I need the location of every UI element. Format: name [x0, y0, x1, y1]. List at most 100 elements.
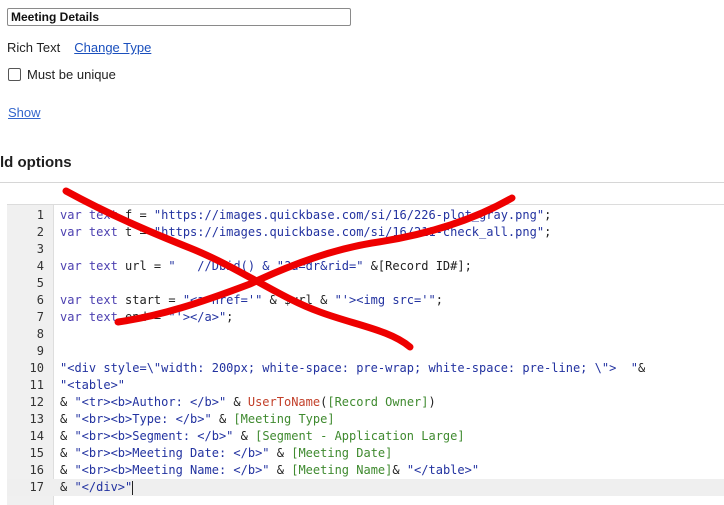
code-token-str: "<br><b>Segment: </b>"	[74, 429, 234, 443]
code-token-fld: [Record Owner]	[327, 395, 429, 409]
line-number: 8	[36, 327, 44, 341]
line-number: 4	[36, 259, 44, 273]
text-cursor	[132, 480, 134, 495]
code-token-plain: &	[211, 412, 234, 426]
code-text: var text end = "'></a>";	[60, 309, 233, 326]
code-token-plain: &	[60, 429, 75, 443]
code-token-kw: var text	[60, 293, 118, 307]
code-line[interactable]: 17 & "</div>"	[7, 479, 724, 496]
code-text: var text f = "https://images.quickbase.c…	[60, 207, 551, 224]
code-token-str: "https://images.quickbase.com/si/16/211-…	[153, 225, 545, 239]
code-token-str: "'></a>"	[168, 310, 227, 324]
code-line[interactable]: 8	[7, 326, 724, 343]
code-token-str: "https://images.quickbase.com/si/16/226-…	[153, 208, 545, 222]
show-link[interactable]: Show	[8, 105, 41, 120]
code-token-plain: &	[60, 395, 75, 409]
code-text: & "<br><b>Meeting Name: </b>" & [Meeting…	[60, 462, 479, 479]
code-token-fld: [Meeting Type]	[233, 412, 335, 426]
code-line[interactable]: 11 "<table>"	[7, 377, 724, 394]
line-number: 1	[36, 208, 44, 222]
code-text: var text url = " //Dbid() & "?a=dr&rid="…	[60, 258, 472, 275]
code-token-plain: &	[60, 446, 75, 460]
line-number: 9	[36, 344, 44, 358]
code-token-kw: var text	[60, 225, 118, 239]
code-token-str: "<table>"	[60, 378, 126, 392]
code-token-plain: &	[233, 429, 256, 443]
line-number: 6	[36, 293, 44, 307]
code-line[interactable]: 13 & "<br><b>Type: </b>" & [Meeting Type]	[7, 411, 724, 428]
code-token-plain: f =	[117, 208, 154, 222]
code-line[interactable]: 2 var text t = "https://images.quickbase.…	[7, 224, 724, 241]
field-type-row: Rich Text Change Type	[7, 40, 151, 55]
line-number: 5	[36, 276, 44, 290]
code-token-str: "<div style=\"width: 200px; white-space:…	[60, 361, 638, 375]
line-number: 11	[29, 378, 44, 392]
line-number: 3	[36, 242, 44, 256]
code-text: "<table>"	[60, 377, 125, 394]
code-line[interactable]: 15 & "<br><b>Meeting Date: </b>" & [Meeti…	[7, 445, 724, 462]
code-token-plain: ;	[544, 208, 552, 222]
line-number: 12	[29, 395, 44, 409]
code-token-str: "'><img src='"	[334, 293, 436, 307]
line-number: 14	[29, 429, 44, 443]
code-line[interactable]: 14 & "<br><b>Segment: </b>" & [Segment - …	[7, 428, 724, 445]
line-number: 15	[29, 446, 44, 460]
section-heading: ld options	[0, 154, 72, 171]
code-token-plain: &	[60, 463, 75, 477]
line-number: 7	[36, 310, 44, 324]
must-be-unique-checkbox[interactable]	[8, 68, 21, 81]
code-text: var text t = "https://images.quickbase.c…	[60, 224, 551, 241]
code-line[interactable]: 6 var text start = "<a href='" & $url & "…	[7, 292, 724, 309]
code-text: & "<tr><b>Author: </b>" & UserToName([Re…	[60, 394, 436, 411]
code-text: & "<br><b>Type: </b>" & [Meeting Type]	[60, 411, 335, 428]
change-type-link[interactable]: Change Type	[74, 40, 151, 55]
code-line[interactable]: 7 var text end = "'></a>";	[7, 309, 724, 326]
code-token-plain: ;	[544, 225, 552, 239]
code-line[interactable]: 9	[7, 343, 724, 360]
line-number: 16	[29, 463, 44, 477]
line-number: 13	[29, 412, 44, 426]
code-token-plain: &	[269, 463, 292, 477]
line-number: 2	[36, 225, 44, 239]
code-token-str: "<br><b>Meeting Name: </b>"	[74, 463, 270, 477]
code-token-str: "<br><b>Type: </b>"	[74, 412, 212, 426]
code-token-fld: [Segment - Application Large]	[255, 429, 465, 443]
code-line[interactable]: 4 var text url = " //Dbid() & "?a=dr&rid=…	[7, 258, 724, 275]
code-line[interactable]: 12 & "<tr><b>Author: </b>" & UserToName([…	[7, 394, 724, 411]
code-token-plain: & $url &	[262, 293, 335, 307]
code-line[interactable]: 10 "<div style=\"width: 200px; white-spac…	[7, 360, 724, 377]
code-text: "<div style=\"width: 200px; white-space:…	[60, 360, 645, 377]
code-text: & "<br><b>Segment: </b>" & [Segment - Ap…	[60, 428, 465, 445]
line-number: 17	[29, 480, 44, 494]
code-token-plain: ;	[226, 310, 234, 324]
code-token-str: "</div>"	[74, 480, 133, 494]
code-token-plain: &	[60, 412, 75, 426]
code-text: & "<br><b>Meeting Date: </b>" & [Meeting…	[60, 445, 392, 462]
code-token-str: "<br><b>Meeting Date: </b>"	[74, 446, 270, 460]
code-token-plain: end =	[117, 310, 169, 324]
code-line[interactable]: 3	[7, 241, 724, 258]
code-token-plain: &	[392, 463, 407, 477]
code-token-plain: url =	[117, 259, 169, 273]
code-line[interactable]: 1 var text f = "https://images.quickbase.…	[7, 207, 724, 224]
field-name-input[interactable]	[7, 8, 351, 26]
field-properties-page: Rich Text Change Type Must be unique Sho…	[0, 0, 724, 505]
formula-code-editor[interactable]: 1 var text f = "https://images.quickbase.…	[7, 204, 724, 505]
code-token-plain: &	[637, 361, 646, 375]
section-divider	[0, 182, 724, 183]
code-token-fld: [Meeting Name]	[291, 463, 393, 477]
code-token-str: "</table>"	[406, 463, 480, 477]
code-lines[interactable]: 1 var text f = "https://images.quickbase.…	[7, 207, 724, 496]
code-token-str: " //Dbid() & "?a=dr&rid="	[168, 259, 364, 273]
code-token-plain: ;	[435, 293, 443, 307]
code-line[interactable]: 16 & "<br><b>Meeting Name: </b>" & [Meeti…	[7, 462, 724, 479]
code-token-plain: start =	[117, 293, 183, 307]
code-token-plain: &[Record ID#];	[363, 259, 472, 273]
code-token-fn: UserToName	[247, 395, 321, 409]
code-token-plain: )	[428, 395, 436, 409]
must-be-unique-row[interactable]: Must be unique	[8, 67, 116, 82]
code-token-str: "<a href='"	[182, 293, 263, 307]
code-line[interactable]: 5	[7, 275, 724, 292]
code-token-kw: var text	[60, 208, 118, 222]
code-token-plain: &	[269, 446, 292, 460]
